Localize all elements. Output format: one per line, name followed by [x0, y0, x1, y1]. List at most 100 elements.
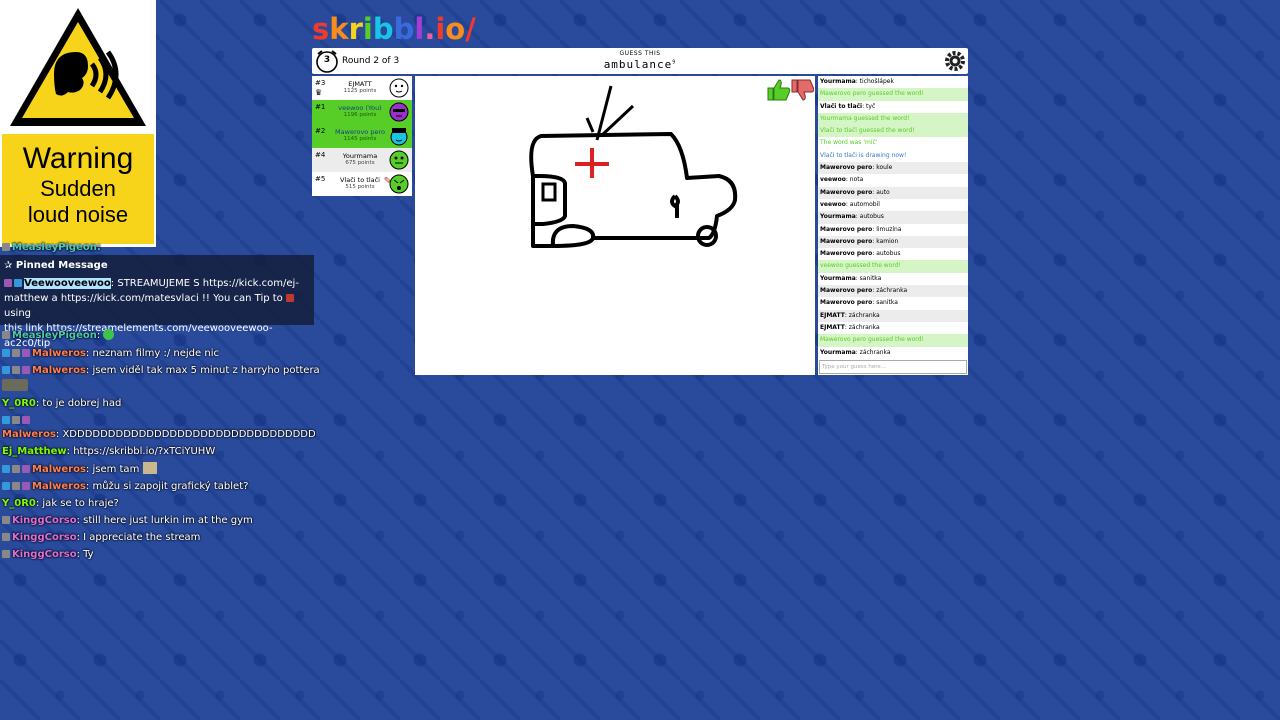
emote-icon [2, 379, 28, 391]
chat-username[interactable]: Malweros [32, 481, 86, 492]
player-rank: #1 [315, 103, 326, 111]
chat-message: Mawerovo pero: limuzína [818, 224, 968, 236]
warning-line-2: loud noise [27, 202, 129, 227]
player-rank: #3 [315, 79, 326, 87]
chat-text: : jsem viděl tak max 5 minut z harryho p… [85, 365, 320, 376]
chat-message: KinggCorso: still here just lurkin im at… [2, 514, 253, 528]
player-name: EJMATT [348, 80, 372, 88]
player-rank: #5 [315, 175, 326, 183]
chat-username[interactable]: Ej_Matthew [2, 446, 67, 457]
chat-text: : koule [872, 164, 893, 172]
pin-icon: ✰ [4, 260, 16, 271]
chat-username[interactable]: Malweros [32, 365, 86, 376]
skribbl-logo: skribbl.io/ [312, 12, 476, 46]
chat-message: veewoo: automobil [818, 199, 968, 211]
chat-line-top: MeasleyPigeon: [2, 241, 101, 255]
chat-text: : [96, 330, 101, 341]
chat-username[interactable]: Malweros [32, 464, 86, 475]
chat-user: EJMATT [820, 323, 845, 331]
badge-icon [22, 349, 30, 357]
avatar [389, 174, 409, 194]
chat-text: : záchranka [844, 311, 880, 319]
settings-gear-icon[interactable] [944, 50, 966, 72]
chat-text: : kamion [872, 237, 899, 245]
chat-message: Yourmama: záchranka [818, 347, 968, 359]
badge-icon [2, 331, 10, 339]
chat-user: Yourmama [820, 348, 856, 356]
chat-user: Yourmama [820, 274, 856, 282]
pinned-title: ✰ Pinned Message [4, 260, 108, 271]
pinned-username[interactable]: Veewooveewoo [24, 278, 111, 289]
chat-message: Yourmama: tichošlápek [818, 76, 968, 88]
chat-text: : tichošlápek [855, 78, 894, 85]
chat-message-correct: Yourmama guessed the word! [818, 112, 968, 126]
chat-username[interactable]: Malweros [2, 429, 56, 440]
badge-icon [12, 482, 20, 490]
badge-icon [2, 349, 10, 357]
chat-username[interactable]: Malweros [32, 348, 86, 359]
chat-username[interactable]: KinggCorso [12, 549, 77, 560]
player-points: 675 points [345, 160, 375, 166]
warning-line-1: Sudden [40, 176, 116, 201]
chat-user: veewoo [820, 200, 846, 208]
badge-icon [14, 279, 22, 287]
chat-message-correct: Mawerovo pero guessed the word! [818, 334, 968, 347]
chat-text: veewoo guessed the word! [820, 262, 901, 270]
green-emote-icon [103, 329, 115, 340]
chat-text: : tyč [862, 102, 876, 110]
chat-text: : jsem tam [85, 464, 140, 475]
chat-message: KinggCorso: Ty [2, 548, 94, 562]
badge-icon [22, 366, 30, 374]
chat-message: Y_0R0: to je dobrej had [2, 397, 121, 411]
player-row[interactable]: #2 Mawerovo pero 1145 points [312, 124, 412, 148]
player-list: #3 ♛ EJMATT 1125 points #1 veewoo (You) … [312, 76, 412, 196]
chat-message: Mawerovo pero: sanitka [818, 297, 968, 309]
pinned-title-text: Pinned Message [15, 260, 108, 271]
chat-text: : záchranka [855, 348, 891, 356]
chat-text: : autobus [855, 213, 884, 221]
chat-username[interactable]: MeasleyPigeon: [12, 242, 101, 253]
thumbs-up-icon[interactable] [767, 79, 791, 101]
player-row[interactable]: #4 Yourmama 675 points [312, 148, 412, 172]
rating-buttons [767, 79, 814, 101]
cat-emote-icon [142, 462, 157, 474]
chat-message: Mawerovo pero: kamion [818, 235, 968, 249]
player-row[interactable]: #1 veewoo (You) 1196 points [312, 100, 412, 124]
chat-message: Malweros: jsem tam [2, 462, 157, 477]
chat-text: The word was 'míč' [820, 139, 878, 147]
chat-text: : neznam filmy :/ nejde nic [85, 348, 219, 359]
chat-message-correct: Mawerovo pero guessed the word! [818, 88, 968, 101]
chat-message: Mawerovo pero: záchranka [818, 285, 968, 298]
drawing-canvas[interactable] [415, 76, 815, 375]
chat-text: : XDDDDDDDDDDDDDDDDDDDDDDDDDDDDDDDDDDDDD [55, 429, 316, 440]
chat-message: Malweros: neznam filmy :/ nejde nic [2, 347, 219, 361]
chat-username[interactable]: Y_0R0 [2, 398, 36, 409]
chat-text: : Ty [76, 549, 94, 560]
badge-icon [2, 366, 10, 374]
badge-icon [12, 465, 20, 473]
pinned-text-1: : STREAMUJEME S https://kick.com/ej- [110, 278, 299, 289]
chat-user: Mawerovo pero [820, 287, 873, 295]
word-length: 9 [672, 59, 677, 66]
player-points: 1145 points [343, 136, 377, 142]
chat-message: Y_0R0: jak se to hraje? [2, 497, 119, 511]
badge-icon [2, 416, 10, 424]
chat-user: Yourmama [820, 78, 856, 85]
chat-text: : záchranka [872, 287, 908, 295]
guess-input[interactable]: Type your guess here... [819, 360, 967, 374]
chat-username[interactable]: MeasleyPigeon [12, 330, 97, 341]
chat-text: : autobus [872, 250, 901, 258]
player-row[interactable]: #5 Vlači to tlači 515 points ✎ [312, 172, 412, 196]
chat-message: Yourmama: sanitka [818, 273, 968, 285]
player-row[interactable]: #3 ♛ EJMATT 1125 points [312, 76, 412, 100]
chat-username[interactable]: KinggCorso [12, 515, 77, 526]
chat-username[interactable]: KinggCorso [12, 532, 77, 543]
chat-username[interactable]: Y_0R0 [2, 498, 36, 509]
chat-message-correct: Vlači to tlači guessed the word! [818, 125, 968, 138]
avatar [390, 128, 408, 146]
pinned-text-2b: using [4, 308, 32, 319]
chat-message: EJMATT: záchranka [818, 322, 968, 334]
thumbs-down-icon[interactable] [791, 79, 814, 101]
badge-icon [22, 416, 30, 424]
word-text: ambulance [603, 58, 673, 71]
